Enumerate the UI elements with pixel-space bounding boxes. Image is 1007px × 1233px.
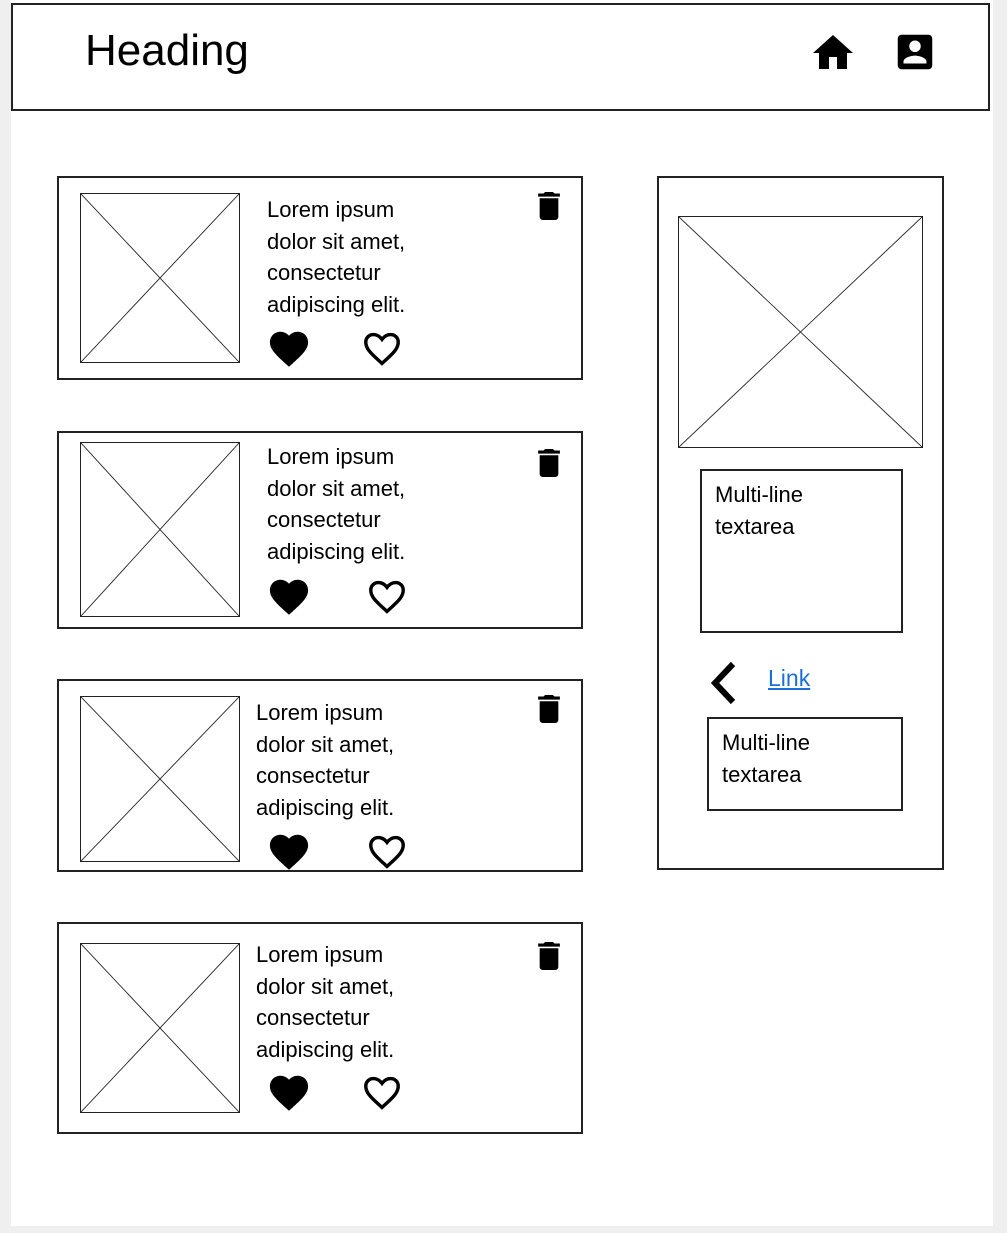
textarea-primary[interactable] [700,469,903,633]
heart-outline-icon[interactable] [364,829,410,871]
panel-link[interactable]: Link [768,665,810,692]
heart-filled-icon[interactable] [266,1070,312,1112]
card-text: Lorem ipsum dolor sit amet, consectetur … [267,444,406,573]
heart-filled-icon[interactable] [266,829,312,871]
chevron-left-icon[interactable] [709,660,739,706]
list-card: Lorem ipsum dolor sit amet, consectetur … [57,176,583,380]
heart-filled-icon[interactable] [266,574,312,616]
list-card: Lorem ipsum dolor sit amet, consectetur … [57,679,583,872]
header-bar: Heading [11,3,990,111]
page-title: Heading [85,26,249,75]
heart-outline-icon[interactable] [359,326,405,368]
card-text: Lorem ipsum dolor sit amet, consectetur … [256,700,395,829]
image-placeholder-icon [80,696,240,862]
heart-outline-icon[interactable] [364,574,410,616]
textarea-secondary[interactable] [707,717,903,811]
heart-outline-icon[interactable] [359,1070,405,1112]
image-placeholder-icon [80,193,240,363]
list-card: Lorem ipsum dolor sit amet, consectetur … [57,431,583,629]
detail-panel: Link [657,176,944,870]
trash-icon[interactable] [537,449,561,477]
image-placeholder-icon [80,442,240,617]
heart-filled-icon[interactable] [266,326,312,368]
trash-icon[interactable] [537,192,561,220]
card-text: Lorem ipsum dolor sit amet, consectetur … [267,197,406,326]
list-card: Lorem ipsum dolor sit amet, consectetur … [57,922,583,1134]
trash-icon[interactable] [537,695,561,723]
home-icon[interactable] [809,29,857,77]
card-text: Lorem ipsum dolor sit amet, consectetur … [256,942,395,1071]
account-box-icon[interactable] [892,29,938,75]
image-placeholder-icon [678,216,923,448]
trash-icon[interactable] [537,942,561,970]
image-placeholder-icon [80,943,240,1113]
